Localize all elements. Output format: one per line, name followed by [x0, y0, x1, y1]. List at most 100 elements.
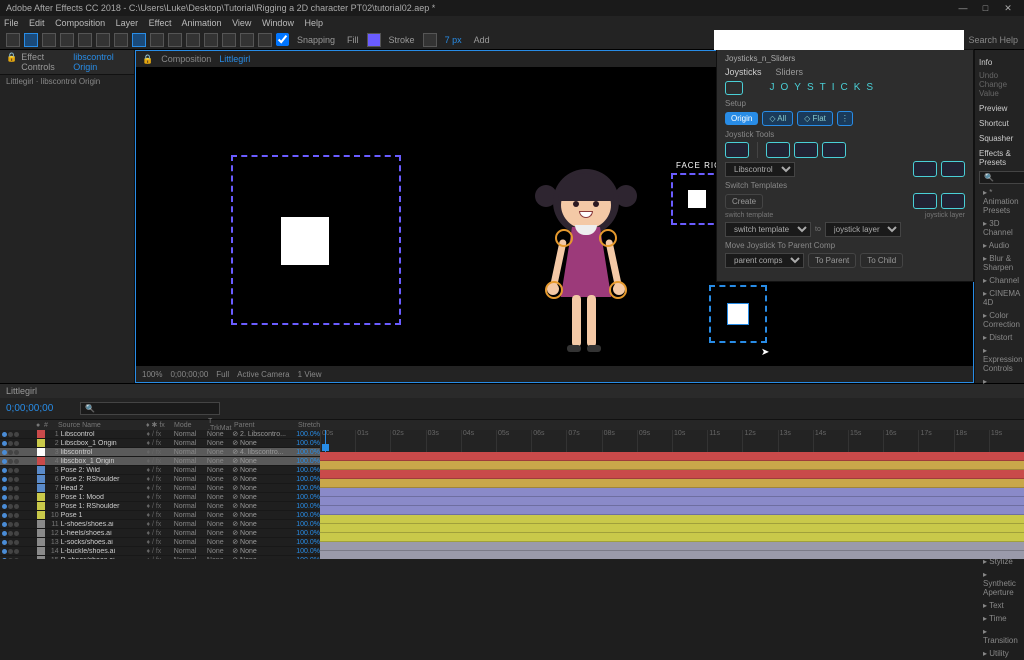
origin-button[interactable]: Origin — [725, 112, 758, 125]
flat-button[interactable]: ◇ Flat — [797, 111, 833, 126]
resolution-dropdown[interactable]: Full — [216, 370, 229, 379]
layer-row[interactable]: 8Pose 1: Mood♦ / fxNormalNone⊘ None100.0… — [0, 493, 320, 502]
layer-row[interactable]: 10Pose 1♦ / fxNormalNone⊘ None100.0% — [0, 511, 320, 520]
search-help[interactable]: Search Help — [968, 35, 1018, 45]
brush-tool-icon[interactable] — [186, 33, 200, 47]
menu-composition[interactable]: Composition — [55, 18, 105, 28]
time-display[interactable]: 0;00;00;00 — [170, 370, 208, 379]
shortcut-panel[interactable]: Shortcut — [979, 115, 1020, 130]
menu-effect[interactable]: Effect — [149, 18, 172, 28]
effect-category[interactable]: ▸ Synthetic Aperture — [979, 568, 1020, 599]
effect-category[interactable]: ▸ Transition — [979, 625, 1020, 647]
effect-category[interactable]: ▸ Time — [979, 612, 1020, 625]
layer-row[interactable]: 1Libscontrol♦ / fxNormalNone⊘ 2. Libscon… — [0, 430, 320, 439]
menu-animation[interactable]: Animation — [182, 18, 222, 28]
views-dropdown[interactable]: 1 View — [298, 370, 322, 379]
shoulder-control-l[interactable] — [555, 229, 573, 247]
selected-joystick-thumb[interactable] — [728, 304, 748, 324]
layer-bar[interactable] — [320, 452, 1024, 461]
help-search-input[interactable] — [714, 30, 964, 50]
timeline-search[interactable] — [80, 402, 220, 415]
layer-row[interactable]: 3libscontrol♦ / fxNormalNone⊘ 4. libscon… — [0, 448, 320, 457]
layer-bar[interactable] — [320, 533, 1024, 542]
layer-row[interactable]: 4libscbox_1 Origin♦ / fxNormalNone⊘ None… — [0, 457, 320, 466]
pen-tool-icon[interactable] — [150, 33, 164, 47]
switch-template-dropdown[interactable]: switch template — [725, 222, 811, 237]
effect-category[interactable]: ▸ Channel — [979, 274, 1020, 287]
rotate-tool-icon[interactable] — [78, 33, 92, 47]
selection-tool-icon[interactable] — [24, 33, 38, 47]
effect-category[interactable]: ▸ Expression Controls — [979, 344, 1020, 375]
tool-icon-1[interactable] — [725, 142, 749, 158]
to-parent-button[interactable]: To Parent — [808, 253, 856, 268]
clone-tool-icon[interactable] — [204, 33, 218, 47]
effects-presets-panel[interactable]: Effects & Presets — [979, 145, 1020, 169]
tab-sliders[interactable]: Sliders — [776, 67, 804, 77]
zoom-tool-icon[interactable] — [60, 33, 74, 47]
character[interactable] — [531, 167, 641, 392]
squasher-panel[interactable]: Squasher — [979, 130, 1020, 145]
effect-category[interactable]: ▸ * Animation Presets — [979, 186, 1020, 217]
layer-bar[interactable] — [320, 524, 1024, 533]
all-button[interactable]: ◇ All — [762, 111, 793, 126]
tool-icon-2[interactable] — [766, 142, 790, 158]
effect-category[interactable]: ▸ Utility — [979, 647, 1020, 660]
link-icon-2[interactable] — [941, 161, 965, 177]
close-button[interactable]: ✕ — [998, 0, 1018, 16]
hand-tool-icon[interactable] — [42, 33, 56, 47]
effect-category[interactable]: ▸ 3D Channel — [979, 217, 1020, 239]
effect-category[interactable]: ▸ Audio — [979, 239, 1020, 252]
eraser-tool-icon[interactable] — [222, 33, 236, 47]
effect-category[interactable]: ▸ CINEMA 4D — [979, 287, 1020, 309]
hand-control-r[interactable] — [609, 281, 627, 299]
maximize-button[interactable]: □ — [975, 0, 995, 16]
switch-icon-1[interactable] — [913, 193, 937, 209]
layer-row[interactable]: 9Pose 1: RShoulder♦ / fxNormalNone⊘ None… — [0, 502, 320, 511]
text-tool-icon[interactable] — [168, 33, 182, 47]
effect-category[interactable]: ▸ Blur & Sharpen — [979, 252, 1020, 274]
effect-category[interactable]: ▸ Distort — [979, 331, 1020, 344]
layer-row[interactable]: 13L-socks/shoes.ai♦ / fxNormalNone⊘ None… — [0, 538, 320, 547]
effect-category[interactable]: ▸ Text — [979, 599, 1020, 612]
lock-icon[interactable]: 🔒 — [142, 54, 153, 65]
layer-row[interactable]: 12L-heels/shoes.ai♦ / fxNormalNone⊘ None… — [0, 529, 320, 538]
layer-row[interactable]: 6Pose 2: RShoulder♦ / fxNormalNone⊘ None… — [0, 475, 320, 484]
minimize-button[interactable]: — — [953, 0, 973, 16]
menu-layer[interactable]: Layer — [116, 18, 139, 28]
tab-joysticks[interactable]: Joysticks — [725, 67, 762, 77]
layer-bar[interactable] — [320, 488, 1024, 497]
lock-icon[interactable]: 🔒 — [6, 52, 17, 72]
timecode[interactable]: 0;00;00;00 — [0, 403, 80, 414]
effect-category[interactable]: ▸ Color Correction — [979, 309, 1020, 331]
layer-bar[interactable] — [320, 497, 1024, 506]
preview-panel[interactable]: Preview — [979, 100, 1020, 115]
puppet-tool-icon[interactable] — [258, 33, 272, 47]
layer-row[interactable]: 5Pose 2: Wild♦ / fxNormalNone⊘ None100.0… — [0, 466, 320, 475]
composition-name[interactable]: Littlegirl — [219, 54, 250, 64]
camera-tool-icon[interactable] — [96, 33, 110, 47]
menu-view[interactable]: View — [232, 18, 251, 28]
home-icon[interactable] — [6, 33, 20, 47]
effects-search[interactable] — [979, 171, 1024, 184]
main-joystick-thumb[interactable] — [281, 217, 329, 265]
layer-row[interactable]: 2Libscbox_1 Origin♦ / fxNormalNone⊘ None… — [0, 439, 320, 448]
layer-bar[interactable] — [320, 461, 1024, 470]
controller-dropdown[interactable]: Libscontrol — [725, 162, 795, 177]
to-child-button[interactable]: To Child — [860, 253, 903, 268]
stroke-px[interactable]: 7 px — [445, 35, 462, 45]
extra-button[interactable]: ⋮ — [837, 111, 853, 126]
layer-bar[interactable] — [320, 479, 1024, 488]
menu-edit[interactable]: Edit — [29, 18, 45, 28]
shape-tool-icon[interactable] — [132, 33, 146, 47]
camera-dropdown[interactable]: Active Camera — [237, 370, 289, 379]
zoom-control[interactable]: 100% — [142, 370, 162, 379]
timeline-tracks[interactable]: 00s01s02s03s04s05s06s07s08s09s10s11s12s1… — [320, 430, 1024, 559]
create-button[interactable]: Create — [725, 194, 763, 209]
layer-row[interactable]: 14L-buckle/shoes.ai♦ / fxNormalNone⊘ Non… — [0, 547, 320, 556]
menu-window[interactable]: Window — [262, 18, 294, 28]
layer-bar[interactable] — [320, 551, 1024, 559]
stroke-swatch[interactable] — [423, 33, 437, 47]
timeline-tab[interactable]: Littlegirl — [0, 384, 1024, 398]
link-icon-1[interactable] — [913, 161, 937, 177]
tool-icon-3[interactable] — [794, 142, 818, 158]
